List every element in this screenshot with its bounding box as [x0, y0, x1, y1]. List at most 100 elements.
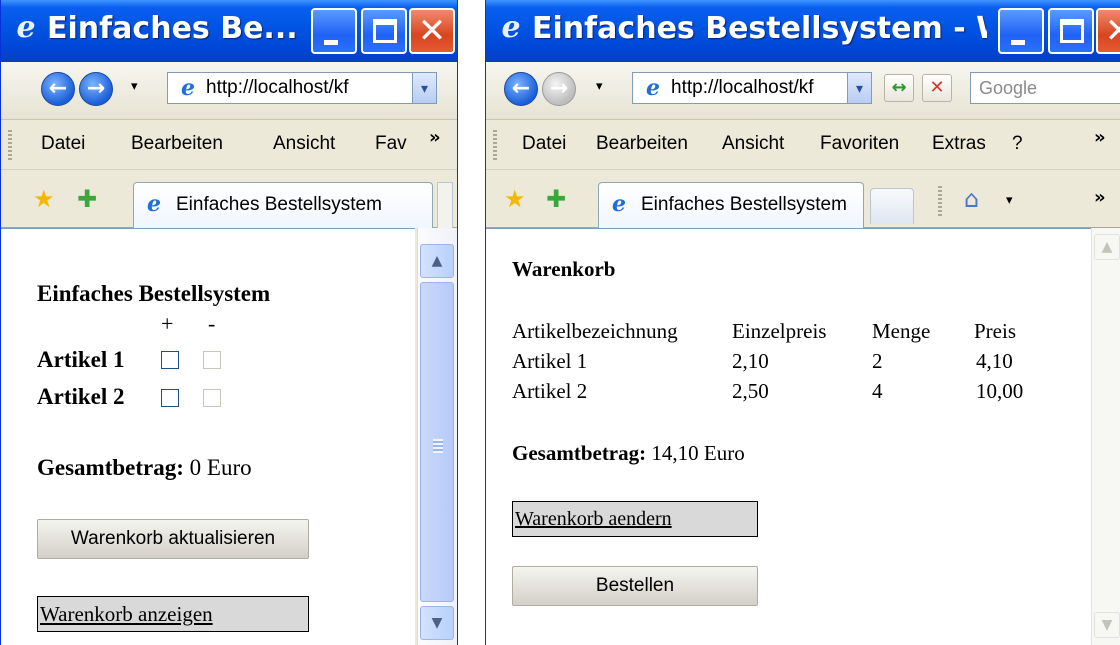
tab-bar: ★ ✚ e Einfaches Bestellsystem ⌂ ▾ »: [486, 170, 1120, 228]
tab-title: Einfaches Bestellsystem: [176, 194, 382, 215]
window-title: Einfaches Be...: [47, 12, 298, 46]
tab-einfaches-bestellsystem[interactable]: e Einfaches Bestellsystem: [598, 182, 864, 228]
remove-checkbox-artikel-1: [203, 351, 221, 369]
update-cart-button[interactable]: Warenkorb aktualisieren: [37, 519, 309, 559]
toolbar-grip[interactable]: [493, 130, 497, 160]
table-cell: 2,10: [732, 349, 769, 373]
change-cart-button[interactable]: Warenkorb aendern: [512, 501, 758, 537]
menu-bar: Datei Bearbeiten Ansicht Favoriten Extra…: [486, 120, 1120, 170]
menu-help[interactable]: ?: [1012, 132, 1023, 156]
ie-app-icon: e: [16, 10, 36, 45]
new-tab-button[interactable]: [870, 188, 914, 224]
table-cell: 2,50: [732, 379, 769, 403]
table-cell: 2: [872, 349, 883, 373]
scroll-grip: [433, 439, 443, 453]
menu-ansicht[interactable]: Ansicht: [273, 132, 335, 156]
vertical-scrollbar[interactable]: ▲ ▼: [417, 228, 457, 645]
window-title: Einfaches Bestellsystem - Wi...: [532, 12, 987, 46]
add-favorite-icon[interactable]: ✚: [546, 186, 566, 212]
order-button[interactable]: Bestellen: [512, 566, 758, 606]
menu-favoriten[interactable]: Favoriten: [820, 132, 899, 156]
ie-app-icon: e: [501, 10, 521, 45]
navigation-bar: ← → ▾ e http://localhost/kf ▾ ↔ ✕ Google: [486, 62, 1120, 120]
remove-checkbox-artikel-2: [203, 389, 221, 407]
history-dropdown-icon[interactable]: ▾: [131, 78, 138, 94]
commandbar-more-chevron-icon[interactable]: »: [1094, 188, 1106, 208]
address-bar[interactable]: e http://localhost/kf ▾: [167, 72, 437, 104]
table-cell: 4,10: [976, 349, 1013, 373]
total-value: 0 Euro: [189, 455, 252, 480]
forward-button[interactable]: →: [79, 72, 113, 106]
toolbar-grip[interactable]: [8, 130, 12, 160]
page-content: Warenkorb Artikelbezeichnung Einzelpreis…: [486, 228, 1091, 645]
address-dropdown-icon[interactable]: ▾: [847, 73, 871, 103]
browser-window-right: e Einfaches Bestellsystem - Wi... ✕ ← → …: [485, 0, 1120, 645]
address-text: http://localhost/kf: [206, 77, 349, 98]
scroll-up-icon[interactable]: ▲: [420, 244, 454, 278]
tab-title: Einfaches Bestellsystem: [641, 194, 847, 215]
maximize-icon: [1060, 19, 1084, 43]
menu-extras[interactable]: Extras: [932, 132, 986, 156]
address-dropdown-icon[interactable]: ▾: [412, 73, 436, 103]
table-cell: Artikel 1: [512, 349, 588, 373]
new-tab-edge[interactable]: [437, 182, 453, 228]
tab-einfaches-bestellsystem[interactable]: e Einfaches Bestellsystem: [133, 182, 433, 228]
minimize-button[interactable]: [311, 8, 357, 54]
command-bar-grip[interactable]: [938, 186, 942, 216]
back-button[interactable]: ←: [504, 72, 538, 106]
menu-more-chevron-icon[interactable]: »: [1094, 128, 1106, 148]
item-label-2: Artikel 2: [37, 384, 125, 409]
close-button[interactable]: ✕: [409, 8, 455, 54]
menu-favoriten[interactable]: Fav: [375, 132, 407, 156]
close-button[interactable]: ✕: [1096, 8, 1120, 54]
column-header: Einzelpreis: [732, 319, 827, 343]
add-favorite-icon[interactable]: ✚: [77, 186, 97, 212]
home-icon[interactable]: ⌂: [964, 186, 979, 212]
total-label: Gesamtbetrag:: [512, 441, 647, 465]
column-minus-label: -: [208, 311, 216, 336]
menu-datei[interactable]: Datei: [522, 132, 566, 156]
scroll-down-icon[interactable]: ▼: [1094, 612, 1120, 638]
close-icon: ✕: [1098, 10, 1120, 52]
title-bar[interactable]: e Einfaches Be... ✕: [1, 0, 457, 62]
menu-bearbeiten[interactable]: Bearbeiten: [131, 132, 223, 156]
table-cell: 10,00: [976, 379, 1024, 403]
ie-tab-icon: e: [147, 191, 161, 217]
show-cart-button[interactable]: Warenkorb anzeigen: [37, 596, 309, 632]
column-header: Preis: [974, 319, 1016, 343]
address-bar[interactable]: e http://localhost/kf ▾: [632, 72, 872, 104]
ie-page-icon: e: [181, 75, 195, 101]
maximize-button[interactable]: [361, 8, 407, 54]
home-dropdown-icon[interactable]: ▾: [1006, 192, 1013, 208]
scroll-down-icon[interactable]: ▼: [420, 606, 454, 640]
maximize-button[interactable]: [1048, 8, 1094, 54]
favorites-star-icon[interactable]: ★: [504, 186, 526, 212]
forward-button[interactable]: →: [542, 72, 576, 106]
favorites-star-icon[interactable]: ★: [33, 186, 55, 212]
stop-button[interactable]: ✕: [922, 74, 952, 102]
scroll-thumb[interactable]: [420, 282, 454, 602]
history-dropdown-icon[interactable]: ▾: [596, 78, 603, 94]
search-input[interactable]: Google: [970, 72, 1120, 104]
scroll-up-icon[interactable]: ▲: [1094, 234, 1120, 260]
navigation-bar: ← → ▾ e http://localhost/kf ▾: [1, 62, 457, 120]
address-text: http://localhost/kf: [671, 77, 814, 98]
total-line: Gesamtbetrag: 14,10 Euro: [512, 441, 745, 466]
vertical-scrollbar[interactable]: ▲ ▼: [1091, 228, 1120, 645]
menu-datei[interactable]: Datei: [41, 132, 85, 156]
menu-bar: Datei Bearbeiten Ansicht Fav »: [1, 120, 457, 170]
refresh-button[interactable]: ↔: [884, 74, 914, 102]
tab-bar: ★ ✚ e Einfaches Bestellsystem: [1, 170, 457, 228]
total-line: Gesamtbetrag: 0 Euro: [37, 455, 252, 481]
item-label-1: Artikel 1: [37, 347, 125, 372]
table-cell: 4: [872, 379, 883, 403]
title-bar[interactable]: e Einfaches Bestellsystem - Wi... ✕: [486, 0, 1120, 62]
back-button[interactable]: ←: [41, 72, 75, 106]
menu-bearbeiten[interactable]: Bearbeiten: [596, 132, 688, 156]
ie-tab-icon: e: [612, 191, 626, 217]
menu-ansicht[interactable]: Ansicht: [722, 132, 784, 156]
minimize-button[interactable]: [998, 8, 1044, 54]
menu-more-chevron-icon[interactable]: »: [429, 128, 441, 148]
add-checkbox-artikel-2[interactable]: [161, 389, 179, 407]
add-checkbox-artikel-1[interactable]: [161, 351, 179, 369]
